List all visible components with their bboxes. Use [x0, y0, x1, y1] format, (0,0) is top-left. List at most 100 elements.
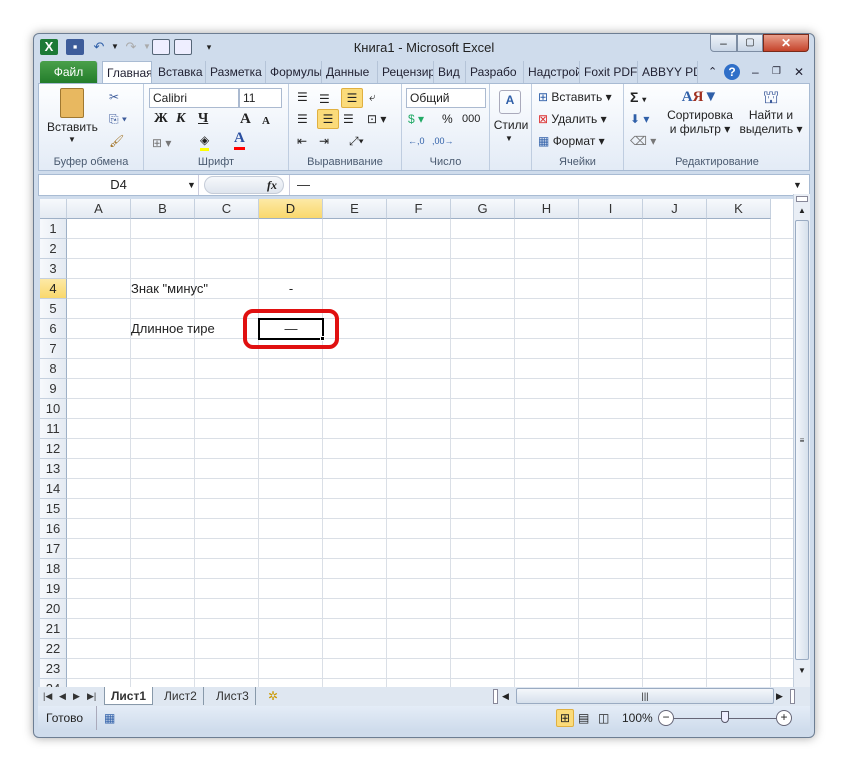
tab-addins[interactable]: Надстрой: [524, 61, 580, 83]
row-header-4[interactable]: 4: [40, 279, 67, 299]
tab-home[interactable]: Главная: [102, 61, 152, 84]
autosum-button[interactable]: Σ ▾: [630, 88, 646, 109]
restore-button[interactable]: ▢: [737, 34, 763, 52]
tab-insert[interactable]: Вставка: [154, 61, 206, 83]
row-header-10[interactable]: 10: [40, 399, 67, 419]
row-header-18[interactable]: 18: [40, 559, 67, 579]
column-header-f[interactable]: F: [387, 199, 451, 219]
tab-page-layout[interactable]: Разметка: [206, 61, 266, 83]
expand-formula-bar-icon[interactable]: ▼: [793, 175, 802, 195]
thousands-button[interactable]: 000: [462, 110, 480, 128]
shrink-font-button[interactable]: A: [262, 112, 270, 130]
insert-function-button[interactable]: fx: [267, 175, 277, 195]
fill-icon[interactable]: ⬇ ▾: [630, 110, 649, 128]
cut-icon[interactable]: ✂: [109, 88, 119, 106]
currency-icon[interactable]: $ ▾: [408, 110, 424, 128]
row-header-8[interactable]: 8: [40, 359, 67, 379]
clear-icon[interactable]: ⌫ ▾: [630, 132, 656, 150]
find-select-button[interactable]: ⛫ Найти и выделить ▾: [738, 86, 804, 136]
delete-cells-button[interactable]: ⊠ Удалить ▾: [538, 110, 607, 128]
italic-button[interactable]: К: [176, 110, 186, 128]
copy-icon[interactable]: ⎘ ▾: [109, 110, 127, 128]
insert-cells-button[interactable]: ⊞ Вставить ▾: [538, 88, 612, 106]
cell-b4[interactable]: Длинное тире: [131, 319, 215, 339]
column-header-d[interactable]: D: [259, 199, 323, 219]
increase-decimal-icon[interactable]: ←,0: [408, 132, 425, 150]
row-header-24[interactable]: 24: [40, 679, 67, 687]
align-top-icon[interactable]: ☰: [297, 88, 308, 106]
scroll-right-button[interactable]: ▶: [776, 687, 783, 705]
borders-icon[interactable]: ⊞ ▾: [152, 134, 171, 152]
scroll-thumb[interactable]: ≡: [795, 220, 809, 660]
column-header-c[interactable]: C: [195, 199, 259, 219]
minimize-button[interactable]: –: [710, 34, 737, 52]
row-header-9[interactable]: 9: [40, 379, 67, 399]
cell-b2[interactable]: Знак "минус": [131, 279, 208, 299]
row-header-14[interactable]: 14: [40, 479, 67, 499]
font-color-button[interactable]: A: [234, 130, 245, 150]
row-header-21[interactable]: 21: [40, 619, 67, 639]
row-header-19[interactable]: 19: [40, 579, 67, 599]
format-painter-icon[interactable]: 🖌: [109, 132, 124, 150]
name-box[interactable]: D4: [39, 175, 199, 195]
fill-color-icon[interactable]: ◈: [200, 132, 210, 151]
column-header-h[interactable]: H: [515, 199, 579, 219]
help-icon[interactable]: ?: [724, 64, 740, 80]
tab-abbyy[interactable]: ABBYY PD: [638, 61, 698, 83]
column-header-b[interactable]: B: [131, 199, 195, 219]
decrease-decimal-icon[interactable]: ,00→: [432, 132, 454, 150]
scroll-down-button[interactable]: ▼: [794, 664, 810, 678]
row-header-12[interactable]: 12: [40, 439, 67, 459]
horizontal-scroll-thumb[interactable]: |||: [516, 688, 774, 704]
workbook-close-icon[interactable]: ✕: [790, 61, 808, 83]
page-layout-view-button[interactable]: ▤: [578, 706, 589, 730]
font-name-select[interactable]: Calibri: [149, 88, 239, 108]
font-size-select[interactable]: 11: [239, 88, 282, 108]
prev-sheet-button[interactable]: ◀: [56, 687, 69, 705]
number-format-select[interactable]: Общий: [406, 88, 486, 108]
align-center-icon[interactable]: ☰: [317, 109, 339, 129]
zoom-in-button[interactable]: +: [776, 710, 792, 726]
page-break-view-button[interactable]: ◫: [598, 706, 609, 730]
first-sheet-button[interactable]: |◀: [40, 687, 55, 705]
column-header-i[interactable]: I: [579, 199, 643, 219]
tab-file[interactable]: Файл: [40, 61, 98, 83]
tab-split-handle[interactable]: [493, 689, 498, 704]
vertical-scrollbar[interactable]: ▲ ≡ ▼: [793, 194, 810, 687]
scroll-up-button[interactable]: ▲: [794, 204, 810, 218]
zoom-out-button[interactable]: −: [658, 710, 674, 726]
group-styles[interactable]: A Стили ▼: [490, 84, 532, 170]
row-header-20[interactable]: 20: [40, 599, 67, 619]
row-header-22[interactable]: 22: [40, 639, 67, 659]
row-header-15[interactable]: 15: [40, 499, 67, 519]
worksheet-grid[interactable]: ABCDEFGHIJK 1 2 3 4 5 6 7 8 9 10 11 12 13 14 15 16 17 18 1…: [40, 199, 793, 687]
row-header-1[interactable]: 1: [40, 219, 67, 239]
tab-developer[interactable]: Разрабо: [466, 61, 524, 83]
row-header-16[interactable]: 16: [40, 519, 67, 539]
format-cells-button[interactable]: ▦ Формат ▾: [538, 132, 605, 150]
row-header-5[interactable]: 5: [40, 299, 67, 319]
underline-button[interactable]: Ч: [198, 110, 208, 128]
align-middle-icon[interactable]: ☰: [319, 90, 330, 108]
tab-review[interactable]: Рецензир: [378, 61, 434, 83]
normal-view-button[interactable]: ⊞: [556, 709, 574, 727]
workbook-minimize-icon[interactable]: –: [748, 61, 763, 83]
next-sheet-button[interactable]: ▶: [70, 687, 83, 705]
align-right-icon[interactable]: ☰: [343, 110, 354, 128]
decrease-indent-icon[interactable]: ⇤: [297, 132, 307, 150]
collapse-ribbon-icon[interactable]: ⌃: [704, 61, 721, 83]
split-box[interactable]: [796, 196, 808, 202]
hscroll-split-box[interactable]: [790, 689, 795, 704]
row-header-7[interactable]: 7: [40, 339, 67, 359]
row-header-6[interactable]: 6: [40, 319, 67, 339]
row-header-13[interactable]: 13: [40, 459, 67, 479]
sheet-tab-1[interactable]: Лист1: [104, 687, 154, 705]
scroll-left-button[interactable]: ◀: [502, 687, 509, 705]
sort-filter-button[interactable]: AЯ▼ Сортировка и фильтр ▾: [662, 86, 738, 136]
align-bottom-icon[interactable]: ☰: [341, 88, 363, 108]
formula-input[interactable]: —: [297, 175, 310, 195]
row-header-11[interactable]: 11: [40, 419, 67, 439]
increase-indent-icon[interactable]: ⇥: [319, 132, 329, 150]
row-header-3[interactable]: 3: [40, 259, 67, 279]
zoom-slider-thumb[interactable]: [721, 711, 729, 723]
